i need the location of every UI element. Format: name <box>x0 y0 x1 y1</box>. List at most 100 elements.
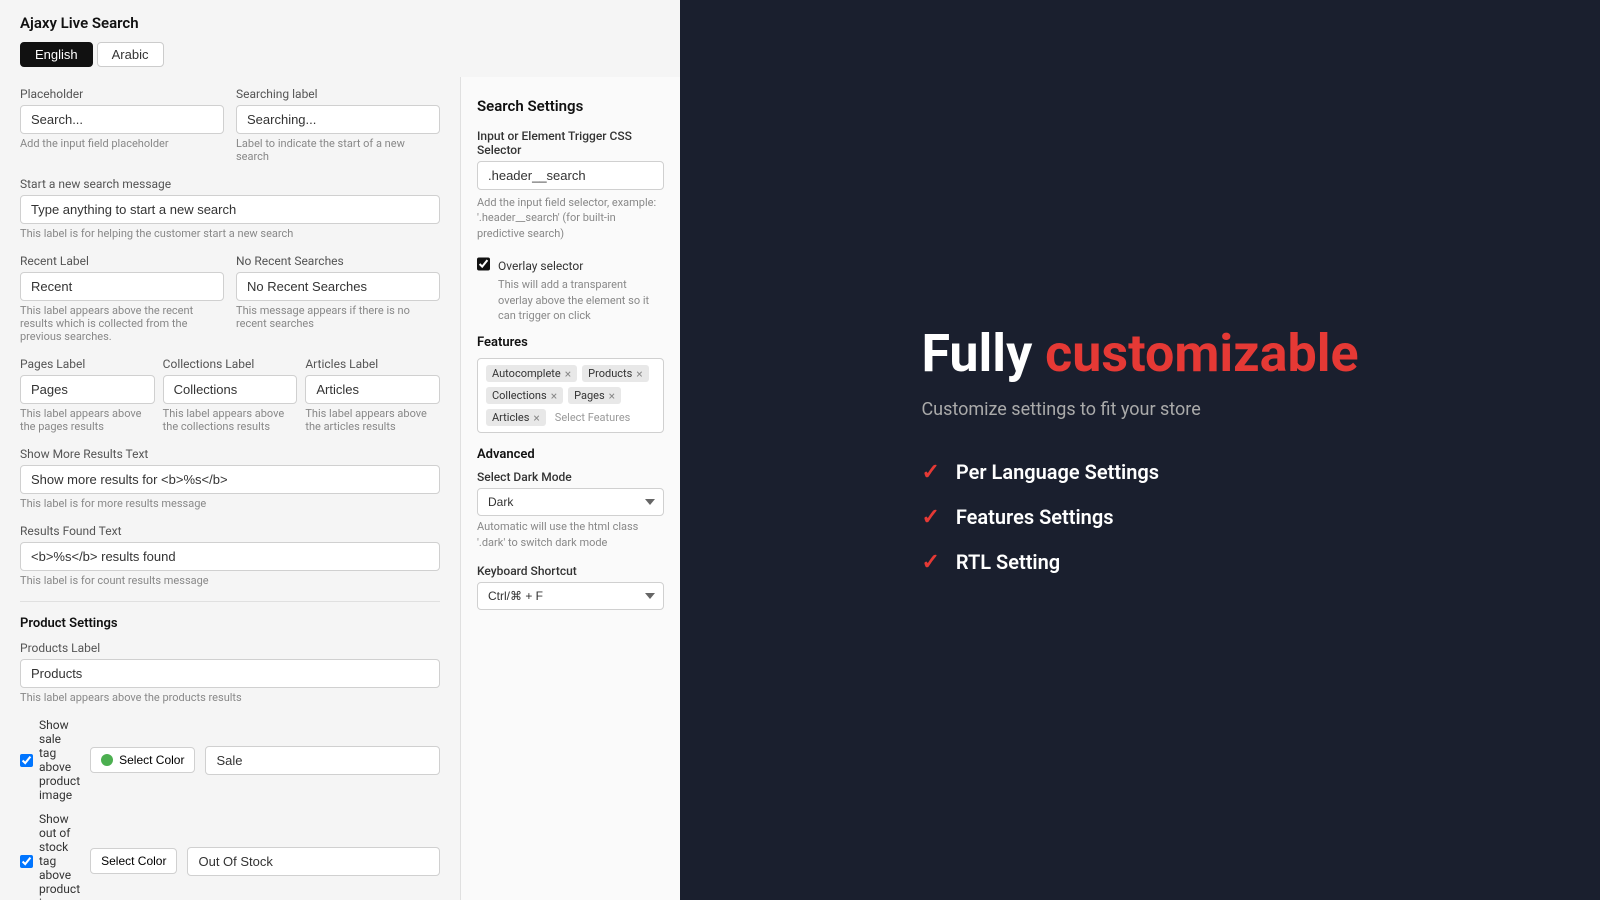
searching-label-input[interactable] <box>236 105 440 134</box>
searching-label-group: Searching label Label to indicate the st… <box>236 87 440 163</box>
recent-label-label: Recent Label <box>20 254 224 268</box>
pages-label-input[interactable] <box>20 375 155 404</box>
articles-tag-label: Articles <box>492 411 529 424</box>
sale-tag-check-wrap: Show sale tag above product image <box>20 718 80 802</box>
promo-subheading: Customize settings to fit your store <box>921 399 1358 420</box>
searching-label-label: Searching label <box>236 87 440 101</box>
out-of-stock-label: Show out of stock tag above product imag… <box>39 812 80 900</box>
new-search-message-input[interactable] <box>20 195 440 224</box>
promo-heading-highlight: customizable <box>1045 323 1358 384</box>
feature-tag-articles: Articles × <box>486 409 546 426</box>
select-features-placeholder[interactable]: Select Features <box>551 409 635 426</box>
promo-content: Fully customizable Customize settings to… <box>921 325 1358 574</box>
show-more-results-input[interactable] <box>20 465 440 494</box>
right-promo-panel: Fully customizable Customize settings to… <box>680 0 1600 900</box>
products-label-group: Products Label This label appears above … <box>20 641 440 704</box>
no-recent-input[interactable] <box>236 272 440 301</box>
promo-features-list: ✓ Per Language Settings ✓ Features Setti… <box>921 460 1358 575</box>
keyboard-shortcut-select[interactable]: Ctrl/⌘ + F None Custom <box>477 582 664 610</box>
no-recent-group: No Recent Searches This message appears … <box>236 254 440 343</box>
main-settings-col: Placeholder Add the input field placehol… <box>0 77 460 900</box>
dark-mode-label: Select Dark Mode <box>477 470 664 484</box>
search-settings-title: Search Settings <box>477 97 664 115</box>
articles-label-hint: This label appears above the articles re… <box>305 407 440 433</box>
promo-feature-features-settings: ✓ Features Settings <box>921 505 1358 530</box>
placeholder-label: Placeholder <box>20 87 224 101</box>
placeholder-group: Placeholder Add the input field placehol… <box>20 87 224 163</box>
sale-tag-label: Show sale tag above product image <box>39 718 80 802</box>
css-selector-hint: Add the input field selector, example: '… <box>477 195 664 241</box>
collections-label-input[interactable] <box>163 375 298 404</box>
css-selector-label: Input or Element Trigger CSS Selector <box>477 129 664 157</box>
show-more-results-group: Show More Results Text This label is for… <box>20 447 440 510</box>
pages-tag-remove[interactable]: × <box>609 390 615 402</box>
sale-tag-checkbox[interactable] <box>20 754 33 767</box>
labels-row: Pages Label This label appears above the… <box>20 357 440 447</box>
new-search-message-hint: This label is for helping the customer s… <box>20 227 440 240</box>
checkmark-icon-rtl: ✓ <box>921 550 939 575</box>
promo-heading-text: Fully <box>921 323 1045 384</box>
products-label-label: Products Label <box>20 641 440 655</box>
oos-tag-input[interactable] <box>187 847 440 876</box>
dark-mode-hint: Automatic will use the html class '.dark… <box>477 519 664 550</box>
overlay-checkbox[interactable] <box>477 257 490 271</box>
sale-tag-row: Show sale tag above product image Select… <box>20 718 440 802</box>
out-of-stock-check-wrap: Show out of stock tag above product imag… <box>20 812 80 900</box>
left-panel: Ajaxy Live Search English Arabic Placeho… <box>0 0 680 900</box>
products-label-hint: This label appears above the products re… <box>20 691 440 704</box>
articles-label-input[interactable] <box>305 375 440 404</box>
products-tag-remove[interactable]: × <box>636 368 642 380</box>
no-recent-label: No Recent Searches <box>236 254 440 268</box>
recent-label-group: Recent Label This label appears above th… <box>20 254 224 343</box>
articles-label-group: Articles Label This label appears above … <box>305 357 440 433</box>
overlay-selector-row: Overlay selector This will add a transpa… <box>477 255 664 323</box>
placeholder-input[interactable] <box>20 105 224 134</box>
collections-label-group: Collections Label This label appears abo… <box>163 357 298 433</box>
keyboard-shortcut-label: Keyboard Shortcut <box>477 564 664 578</box>
feature-tag-pages: Pages × <box>568 387 621 404</box>
checkmark-icon-features-settings: ✓ <box>921 505 939 530</box>
overlay-selector-hint: This will add a transparent overlay abov… <box>498 277 664 323</box>
placeholder-row: Placeholder Add the input field placehol… <box>20 87 440 177</box>
collections-label-label: Collections Label <box>163 357 298 371</box>
dark-mode-group: Select Dark Mode Dark Light Automatic Au… <box>477 470 664 550</box>
searching-label-hint: Label to indicate the start of a new sea… <box>236 137 440 163</box>
features-group: Features Autocomplete × Products × Colle… <box>477 335 664 433</box>
recent-label-input[interactable] <box>20 272 224 301</box>
sale-tag-input[interactable] <box>205 746 440 775</box>
placeholder-hint: Add the input field placeholder <box>20 137 224 150</box>
oos-select-color-label: Select Color <box>101 854 166 868</box>
promo-feature-rtl: ✓ RTL Setting <box>921 550 1358 575</box>
no-recent-hint: This message appears if there is no rece… <box>236 304 440 330</box>
recent-label-hint: This label appears above the recent resu… <box>20 304 224 343</box>
collections-tag-remove[interactable]: × <box>551 390 557 402</box>
css-selector-group: Input or Element Trigger CSS Selector Ad… <box>477 129 664 241</box>
sale-color-dot <box>101 754 113 766</box>
keyboard-shortcut-group: Keyboard Shortcut Ctrl/⌘ + F None Custom <box>477 564 664 610</box>
language-tabs: English Arabic <box>0 42 680 77</box>
pages-label-label: Pages Label <box>20 357 155 371</box>
sale-select-color-button[interactable]: Select Color <box>90 747 195 773</box>
results-found-input[interactable] <box>20 542 440 571</box>
sale-select-color-label: Select Color <box>119 753 184 767</box>
show-more-results-hint: This label is for more results message <box>20 497 440 510</box>
oos-select-color-button[interactable]: Select Color <box>90 848 177 874</box>
autocomplete-tag-label: Autocomplete <box>492 367 561 380</box>
feature-tag-autocomplete: Autocomplete × <box>486 365 577 382</box>
show-more-results-label: Show More Results Text <box>20 447 440 461</box>
articles-tag-remove[interactable]: × <box>533 412 539 424</box>
checkmark-icon-per-language: ✓ <box>921 460 939 485</box>
autocomplete-tag-remove[interactable]: × <box>565 368 571 380</box>
products-label-input[interactable] <box>20 659 440 688</box>
tab-arabic[interactable]: Arabic <box>97 42 164 67</box>
dark-mode-select[interactable]: Dark Light Automatic <box>477 488 664 516</box>
out-of-stock-checkbox[interactable] <box>20 855 33 868</box>
app-title: Ajaxy Live Search <box>0 0 680 42</box>
product-settings-title: Product Settings <box>20 616 440 631</box>
advanced-title: Advanced <box>477 447 664 462</box>
features-tags-container[interactable]: Autocomplete × Products × Collections × … <box>477 358 664 433</box>
css-selector-input[interactable] <box>477 161 664 190</box>
promo-feature-features-settings-label: Features Settings <box>956 505 1114 529</box>
tab-english[interactable]: English <box>20 42 93 67</box>
feature-tag-collections: Collections × <box>486 387 563 404</box>
